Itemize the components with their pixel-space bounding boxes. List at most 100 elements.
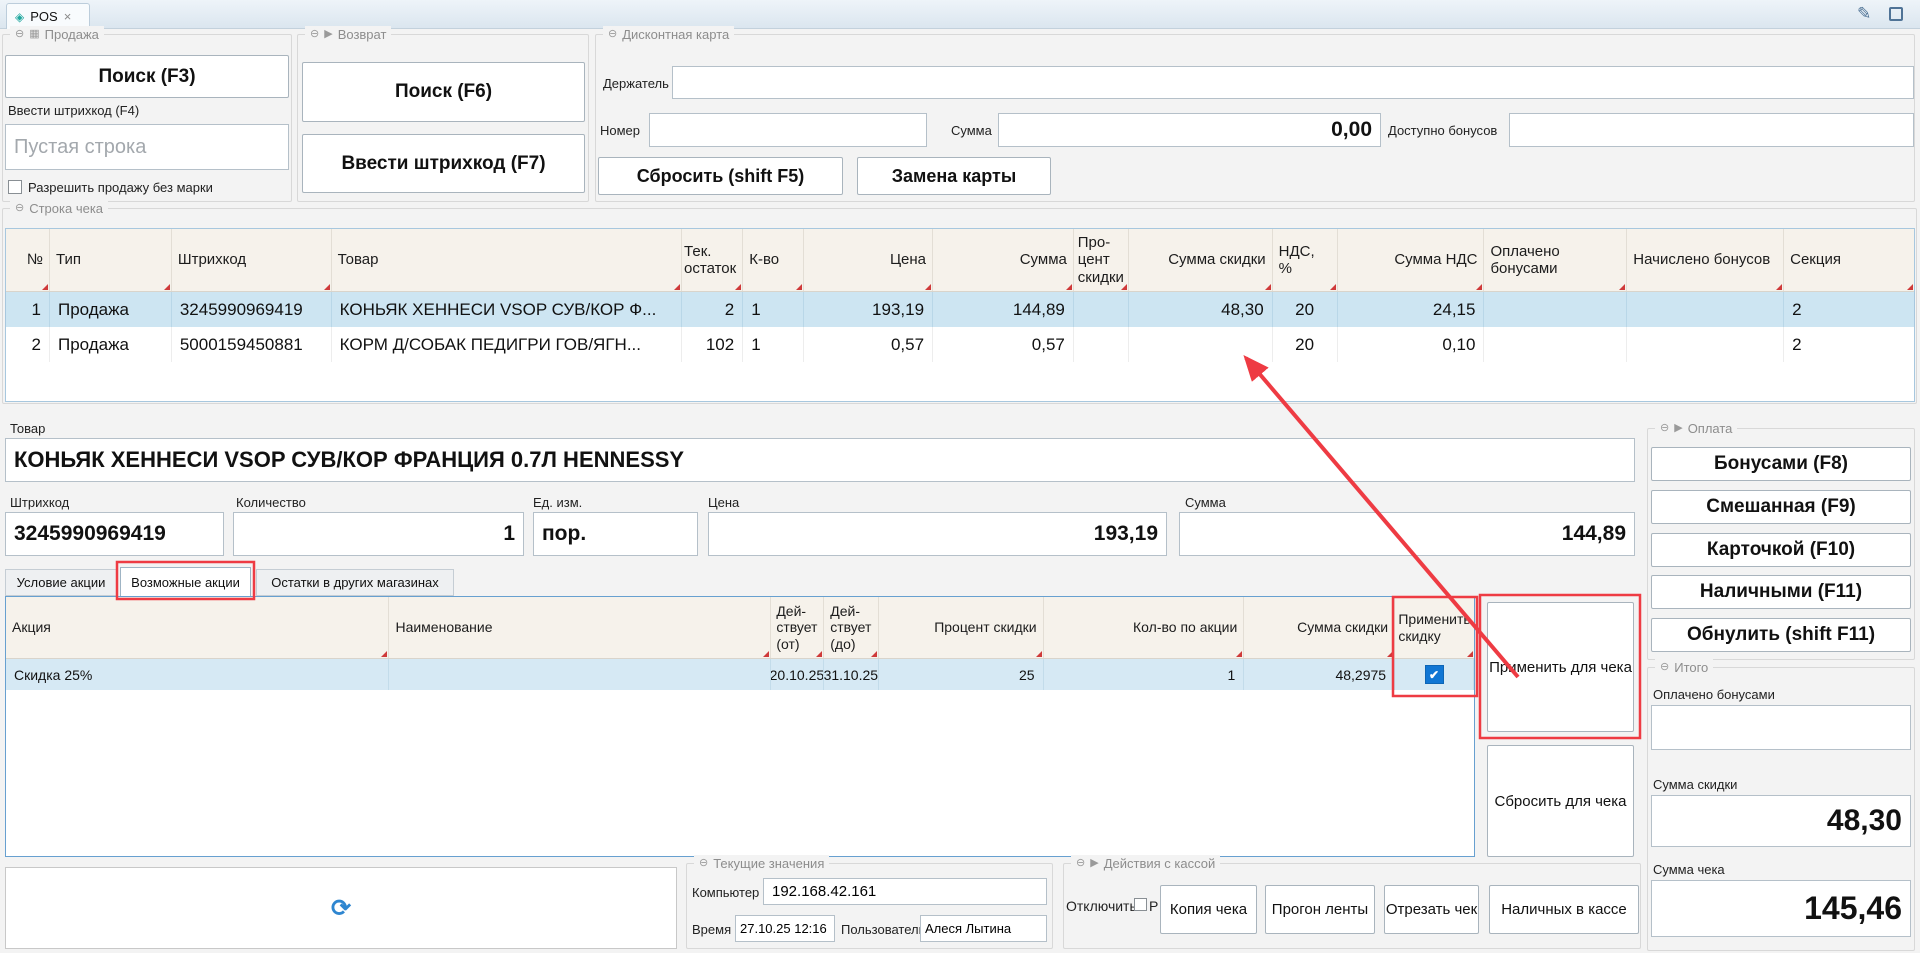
collapse-icon[interactable]: ⊖: [1660, 662, 1669, 673]
payment-group-title: ⊖ ▶ Оплата: [1655, 420, 1737, 436]
cell: [1627, 327, 1784, 362]
col-header-barcode[interactable]: Штрихкод: [172, 229, 332, 291]
tab-promo-conditions[interactable]: Условие акции: [5, 569, 117, 596]
col-header-valid-to[interactable]: Дей- ствует (до): [824, 597, 879, 658]
col-header-product[interactable]: Товар: [332, 229, 683, 291]
receipt-group-title: ⊖ Строка чека: [10, 200, 108, 216]
tab-other-stores-stock[interactable]: Остатки в других магазинах: [256, 569, 454, 596]
card-reset-button[interactable]: Сбросить (shift F5): [598, 157, 843, 195]
pay-card-button[interactable]: Карточкой (F10): [1651, 533, 1911, 567]
edit-icon[interactable]: ✎: [1857, 4, 1871, 24]
user-field[interactable]: [920, 915, 1047, 942]
product-price-field[interactable]: 193,19: [708, 512, 1167, 556]
cell: Продажа: [50, 292, 172, 327]
col-header-sum[interactable]: Сумма: [933, 229, 1074, 291]
card-replace-button[interactable]: Замена карты: [857, 157, 1051, 195]
col-header-stock[interactable]: Тек. остаток: [682, 229, 743, 291]
cell: [1484, 327, 1627, 362]
col-header-discount-percent[interactable]: Процент скидки: [879, 597, 1044, 658]
sale-barcode-input[interactable]: [5, 124, 289, 170]
collapse-icon[interactable]: ⊖: [1076, 858, 1085, 869]
collapse-icon[interactable]: ⊖: [1660, 423, 1669, 434]
collapse-icon[interactable]: ⊖: [15, 203, 24, 214]
card-number-field[interactable]: [649, 113, 927, 147]
apply-discount-checkbox[interactable]: ✔: [1425, 665, 1444, 684]
col-header-vat[interactable]: НДС, %: [1273, 229, 1338, 291]
col-header-discount-pct[interactable]: Про- цент скидки: [1074, 229, 1129, 291]
collapse-icon[interactable]: ⊖: [15, 29, 24, 40]
cell: 1: [6, 292, 50, 327]
no-mark-label: Разрешить продажу без марки: [28, 180, 213, 195]
product-unit-field[interactable]: пор.: [533, 512, 698, 556]
collapse-icon[interactable]: ⊖: [310, 29, 319, 40]
col-header-discount-amount[interactable]: Сумма скидки: [1244, 597, 1395, 658]
apply-for-receipt-button[interactable]: Применить для чека: [1487, 602, 1634, 732]
receipt-row-1[interactable]: 1 Продажа 3245990969419 КОНЬЯК ХЕННЕСИ V…: [6, 292, 1914, 327]
receipt-copy-button[interactable]: Копия чека: [1160, 885, 1257, 934]
cell: 0,10: [1338, 327, 1485, 362]
pay-mixed-button[interactable]: Смешанная (F9): [1651, 490, 1911, 524]
receipt-row-2[interactable]: 2 Продажа 5000159450881 КОРМ Д/СОБАК ПЕД…: [6, 327, 1914, 362]
card-bonus-field[interactable]: [1509, 113, 1914, 147]
pay-cash-button[interactable]: Наличными (F11): [1651, 575, 1911, 609]
col-header-earned-bonus[interactable]: Начислено бонусов: [1627, 229, 1784, 291]
product-barcode-field[interactable]: 3245990969419: [5, 512, 224, 556]
product-qty-field[interactable]: 1: [233, 512, 524, 556]
col-header-paid-bonus[interactable]: Оплачено бонусами: [1484, 229, 1627, 291]
totals-sum-field: 145,46: [1651, 880, 1911, 937]
void-receipt-button[interactable]: Обнулить (shift F11): [1651, 618, 1911, 652]
cell: 20: [1273, 327, 1338, 362]
tab-possible-promos[interactable]: Возможные акции: [120, 567, 251, 596]
sale-barcode-label: Ввести штрихкод (F4): [8, 103, 139, 118]
col-header-promo[interactable]: Акция: [6, 597, 389, 658]
refresh-icon[interactable]: ⟳: [331, 894, 351, 923]
col-header-type[interactable]: Тип: [50, 229, 172, 291]
card-sum-field[interactable]: 0,00: [998, 113, 1381, 147]
time-field[interactable]: [735, 915, 835, 942]
promo-row[interactable]: Скидка 25% 20.10.25 31.10.25 25 1 48,297…: [6, 659, 1474, 690]
product-sum-field[interactable]: 144,89: [1179, 512, 1635, 556]
card-holder-field[interactable]: [672, 66, 1914, 99]
col-header-apply-discount[interactable]: Применить скидку: [1395, 597, 1474, 658]
col-header-discount-sum[interactable]: Сумма скидки: [1129, 229, 1273, 291]
cut-receipt-button[interactable]: Отрезать чек: [1384, 885, 1479, 934]
totals-group-title: ⊖ Итого: [1655, 659, 1713, 675]
cell: [1484, 292, 1627, 327]
collapse-icon[interactable]: ⊖: [699, 858, 708, 869]
disable-label: Отключить: [1066, 898, 1137, 914]
col-header-vat-sum[interactable]: Сумма НДС: [1338, 229, 1485, 291]
col-header-num[interactable]: №: [6, 229, 50, 291]
sale-search-button[interactable]: Поиск (F3): [5, 55, 289, 98]
product-label: Товар: [10, 421, 45, 436]
totals-sum-label: Сумма чека: [1653, 862, 1725, 877]
tape-run-button[interactable]: Прогон ленты: [1265, 885, 1375, 934]
pos-window: ◈ POS × ✎ ⊖ ▦ Продажа Поиск (F3) Ввести …: [0, 0, 1920, 953]
refund-group-title: ⊖ ▶ Возврат: [305, 26, 391, 42]
window-tab-bar: [0, 0, 1920, 29]
no-mark-checkbox[interactable]: [8, 180, 22, 194]
computer-label: Компьютер: [692, 885, 759, 900]
col-header-price[interactable]: Цена: [804, 229, 933, 291]
product-qty-label: Количество: [236, 495, 306, 510]
disable-checkbox[interactable]: [1134, 898, 1147, 911]
col-header-promo-qty[interactable]: Кол-во по акции: [1044, 597, 1245, 658]
maximize-icon[interactable]: [1889, 7, 1903, 21]
refund-barcode-button[interactable]: Ввести штрихкод (F7): [302, 134, 585, 193]
cash-in-drawer-button[interactable]: Наличных в кассе: [1489, 885, 1639, 934]
refund-search-button[interactable]: Поиск (F6): [302, 62, 585, 122]
cell: [389, 659, 770, 690]
reset-for-receipt-button[interactable]: Сбросить для чека: [1487, 745, 1634, 857]
product-name-field[interactable]: КОНЬЯК ХЕННЕСИ VSOP СУВ/КОР ФРАНЦИЯ 0.7Л…: [5, 438, 1635, 482]
cell: 31.10.25: [824, 659, 879, 690]
collapse-icon[interactable]: ⊖: [608, 29, 617, 40]
totals-bonus-field: [1651, 705, 1911, 750]
pay-bonus-button[interactable]: Бонусами (F8): [1651, 447, 1911, 481]
tab-close-icon[interactable]: ×: [64, 9, 72, 24]
col-header-valid-from[interactable]: Дей- ствует (от): [771, 597, 824, 658]
computer-field[interactable]: [763, 878, 1047, 905]
col-header-name[interactable]: Наименование: [389, 597, 770, 658]
col-header-section[interactable]: Секция: [1784, 229, 1914, 291]
cell: 3245990969419: [172, 292, 332, 327]
cell: [1627, 292, 1784, 327]
col-header-qty[interactable]: К-во: [743, 229, 804, 291]
